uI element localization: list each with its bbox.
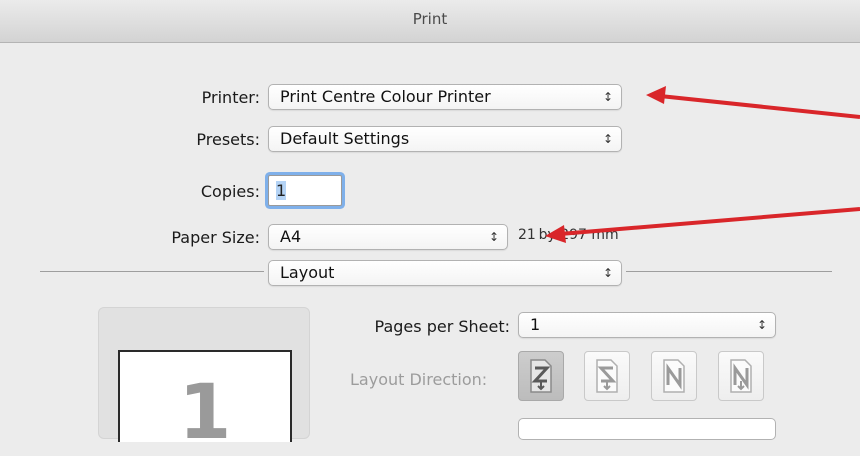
layout-direction-z-button[interactable] [518,351,564,401]
presets-label: Presets: [196,130,260,149]
pages-per-sheet-select[interactable]: 1 ↕ [518,312,776,338]
window-title: Print [412,10,448,28]
copies-value: 1 [276,181,287,200]
section-select-value: Layout [280,263,335,282]
updown-arrows-icon: ↕ [602,132,613,146]
printer-select-value: Print Centre Colour Printer [280,87,491,106]
window-titlebar: Print [0,0,860,43]
paper-size-label: Paper Size: [171,228,260,247]
section-select[interactable]: Layout ↕ [268,260,622,286]
pages-per-sheet-value: 1 [530,315,541,334]
copies-label: Copies: [200,182,260,201]
layout-direction-reverse-n-icon [663,359,685,393]
paper-dimensions-text: 21 by 297 mm [518,227,619,243]
updown-arrows-icon: ↕ [602,90,613,104]
section-divider-left [40,271,264,272]
printer-label: Printer: [201,88,260,107]
layout-direction-z-icon [530,359,552,393]
border-select[interactable] [518,418,776,440]
layout-direction-reverse-z-button[interactable] [584,351,630,401]
layout-direction-n-icon [730,359,752,393]
paper-size-select[interactable]: A4 ↕ [268,224,508,250]
layout-direction-reverse-z-icon [596,359,618,393]
copies-field[interactable]: 1 [268,175,342,206]
layout-direction-label: Layout Direction: [350,370,488,389]
updown-arrows-icon: ↕ [756,318,767,332]
preview-page: 1 [118,350,292,450]
presets-select-value: Default Settings [280,129,410,148]
layout-direction-reverse-n-button[interactable] [651,351,697,401]
annotation-arrow-printer [646,86,860,119]
printer-select[interactable]: Print Centre Colour Printer ↕ [268,84,622,110]
updown-arrows-icon: ↕ [488,230,499,244]
section-divider-right [626,271,832,272]
pages-per-sheet-label: Pages per Sheet: [374,317,510,336]
paper-size-select-value: A4 [280,227,302,246]
preview-page-number: 1 [178,367,232,456]
updown-arrows-icon: ↕ [602,266,613,280]
layout-direction-n-button[interactable] [718,351,764,401]
presets-select[interactable]: Default Settings ↕ [268,126,622,152]
